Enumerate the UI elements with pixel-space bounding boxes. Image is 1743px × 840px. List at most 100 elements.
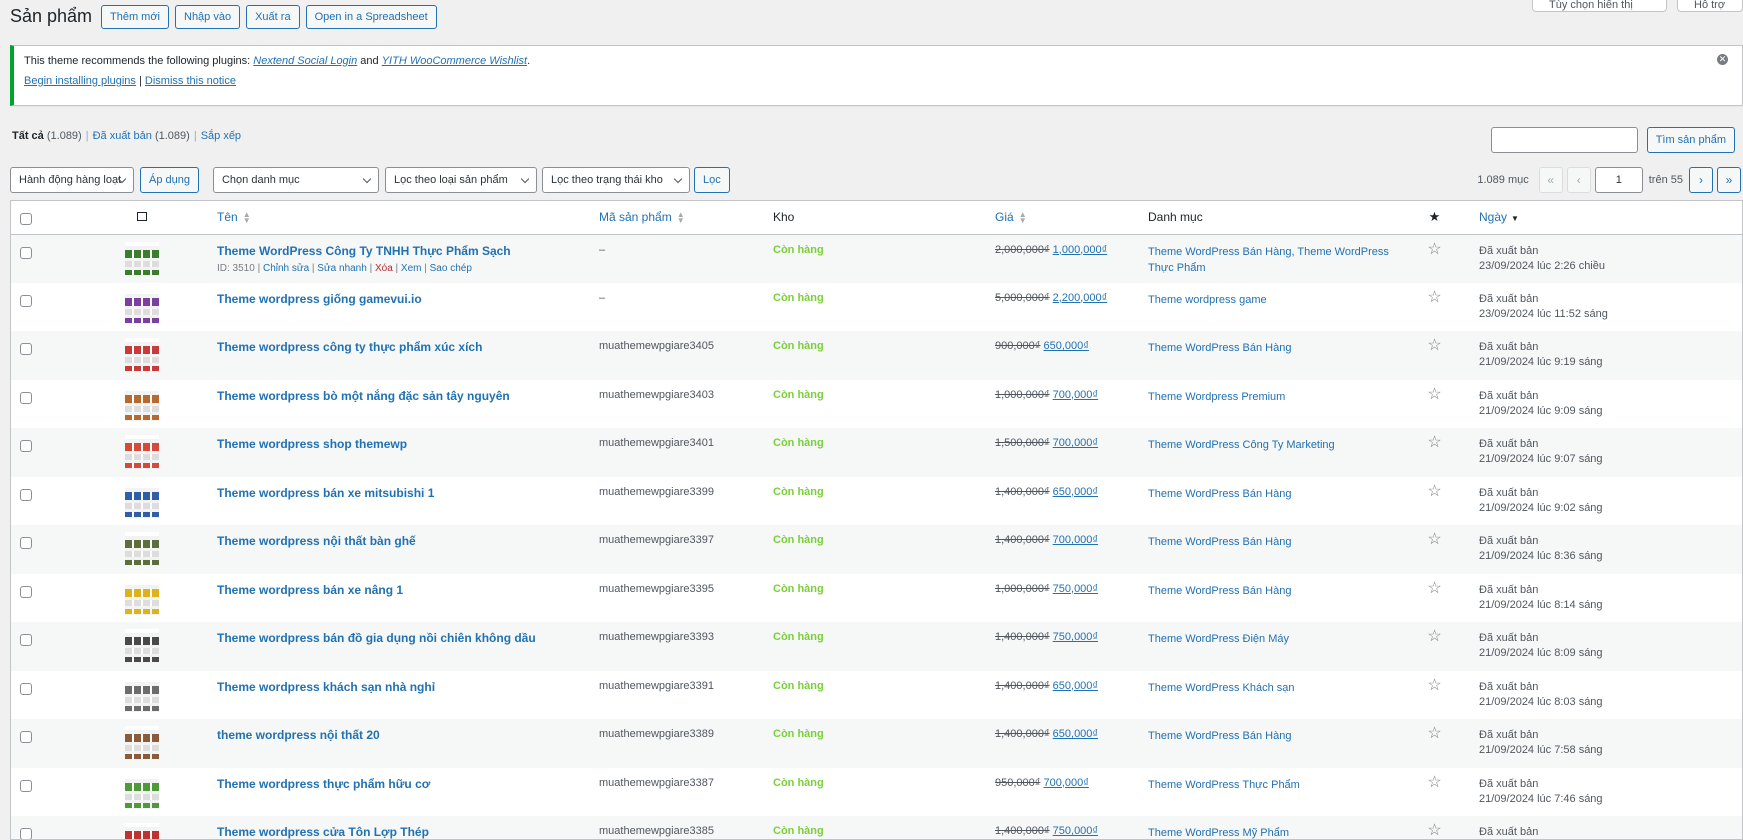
- star-icon[interactable]: ☆: [1427, 677, 1441, 694]
- row-checkbox[interactable]: [20, 779, 32, 792]
- product-name-link[interactable]: Theme wordpress công ty thực phẩm xúc xí…: [217, 340, 482, 354]
- product-name-link[interactable]: Theme wordpress giống gamevui.io: [217, 292, 422, 306]
- category-link[interactable]: Theme WordPress Mỹ Phẩm: [1148, 827, 1289, 839]
- product-thumbnail[interactable]: [125, 435, 159, 469]
- row-checkbox[interactable]: [20, 537, 32, 549]
- star-icon[interactable]: ☆: [1427, 241, 1441, 258]
- product-name-link[interactable]: Theme wordpress cửa Tôn Lợp Thép: [217, 825, 429, 839]
- row-checkbox[interactable]: [20, 391, 32, 404]
- search-products-button[interactable]: Tìm sản phẩm: [1646, 127, 1735, 153]
- star-icon[interactable]: ☆: [1427, 628, 1441, 645]
- prev-page-button[interactable]: ‹: [1566, 167, 1591, 193]
- product-thumbnail[interactable]: [125, 726, 159, 760]
- product-thumbnail[interactable]: [125, 677, 159, 712]
- duplicate-link[interactable]: Sao chép: [430, 263, 472, 274]
- category-link[interactable]: Theme WordPress Bán Hàng: [1148, 730, 1291, 742]
- row-checkbox[interactable]: [20, 682, 32, 695]
- plugin-link-yith[interactable]: YITH WooCommerce Wishlist: [382, 55, 527, 67]
- product-name-link[interactable]: Theme wordpress nội thất bàn ghế: [217, 534, 416, 548]
- view-all[interactable]: Tất cả (1.089): [12, 130, 82, 142]
- row-checkbox[interactable]: [20, 731, 32, 743]
- product-thumbnail[interactable]: [125, 629, 159, 663]
- product-name-link[interactable]: Theme wordpress khách sạn nhà nghỉ: [217, 680, 435, 694]
- star-icon[interactable]: ☆: [1427, 580, 1441, 597]
- row-checkbox[interactable]: [20, 634, 32, 646]
- star-icon[interactable]: ☆: [1427, 774, 1441, 791]
- open-spreadsheet-button[interactable]: Open in a Spreadsheet: [305, 5, 437, 29]
- star-icon[interactable]: ☆: [1427, 337, 1441, 354]
- edit-link[interactable]: Chỉnh sửa: [263, 263, 309, 274]
- search-input[interactable]: [1490, 127, 1638, 153]
- trash-link[interactable]: Xóa: [375, 263, 393, 274]
- import-button[interactable]: Nhập vào: [175, 5, 241, 29]
- last-page-button[interactable]: »: [1717, 167, 1741, 193]
- product-name-link[interactable]: Theme wordpress shop themewp: [217, 437, 407, 451]
- category-link[interactable]: Theme WordPress Điện Máy: [1148, 633, 1289, 645]
- first-page-button[interactable]: «: [1538, 167, 1563, 193]
- product-name-link[interactable]: Theme wordpress bán đồ gia dụng nồi chiê…: [217, 631, 536, 645]
- product-thumbnail[interactable]: [125, 823, 159, 839]
- star-icon[interactable]: ☆: [1427, 725, 1441, 742]
- row-checkbox[interactable]: [20, 343, 32, 355]
- star-icon[interactable]: ☆: [1427, 434, 1441, 451]
- category-link[interactable]: Theme WordPress Bán Hàng: [1148, 536, 1291, 548]
- star-icon[interactable]: ☆: [1427, 386, 1441, 403]
- category-filter-select[interactable]: Chọn danh mục: [212, 167, 379, 193]
- row-checkbox[interactable]: [20, 828, 32, 839]
- category-link[interactable]: Theme WordPress Bán Hàng: [1148, 585, 1291, 597]
- stock-status-filter-select[interactable]: Lọc theo trạng thái kho: [541, 167, 690, 193]
- product-thumbnail[interactable]: [125, 532, 159, 566]
- category-link[interactable]: Theme WordPress Công Ty Marketing: [1148, 439, 1335, 451]
- sku-column-header[interactable]: Mã sản phẩm ▲ ▼: [591, 201, 765, 235]
- view-link[interactable]: Xem: [401, 263, 422, 274]
- product-name-link[interactable]: Theme wordpress bán xe mitsubishi 1: [217, 486, 434, 500]
- product-name-link[interactable]: Theme WordPress Công Ty TNHH Thực Phẩm S…: [217, 244, 511, 258]
- quick-edit-link[interactable]: Sửa nhanh: [317, 263, 367, 274]
- screen-options-tab[interactable]: Tùy chọn hiển thị: [1532, 0, 1667, 12]
- product-name-link[interactable]: Theme wordpress bán xe nâng 1: [217, 583, 403, 597]
- current-page-input[interactable]: 1: [1594, 167, 1643, 193]
- price-column-header[interactable]: Giá ▲ ▼: [987, 201, 1140, 235]
- star-icon[interactable]: ☆: [1427, 531, 1441, 548]
- row-checkbox[interactable]: [20, 440, 32, 452]
- category-link[interactable]: Theme WordPress Bán Hàng, Theme WordPres…: [1148, 246, 1389, 274]
- row-checkbox[interactable]: [20, 488, 32, 501]
- view-sort[interactable]: Sắp xếp: [201, 130, 241, 142]
- dismiss-notice-link[interactable]: Dismiss this notice: [145, 75, 236, 87]
- filter-button[interactable]: Lọc: [693, 167, 730, 193]
- star-icon[interactable]: ☆: [1427, 822, 1441, 839]
- name-column-header[interactable]: Tên ▲ ▼: [209, 201, 591, 235]
- product-thumbnail[interactable]: [125, 386, 159, 421]
- category-link[interactable]: Theme WordPress Thực Phẩm: [1148, 779, 1300, 791]
- view-published[interactable]: Đã xuất bản (1.089): [93, 130, 190, 142]
- product-thumbnail[interactable]: [125, 483, 159, 518]
- select-all-checkbox[interactable]: [20, 212, 32, 225]
- begin-installing-link[interactable]: Begin installing plugins: [24, 75, 136, 87]
- product-name-link[interactable]: Theme wordpress bò một nắng đặc sản tây …: [217, 389, 510, 403]
- row-checkbox[interactable]: [20, 294, 32, 307]
- product-thumbnail[interactable]: [125, 774, 159, 809]
- product-name-link[interactable]: Theme wordpress thực phẩm hữu cơ: [217, 777, 430, 791]
- add-new-button[interactable]: Thêm mới: [101, 5, 169, 29]
- product-type-filter-select[interactable]: Lọc theo loại sản phẩm: [384, 167, 537, 193]
- category-link[interactable]: Theme WordPress Bán Hàng: [1148, 488, 1291, 500]
- help-tab[interactable]: Hỗ trợ: [1677, 0, 1743, 12]
- close-icon[interactable]: ✕: [1717, 54, 1728, 65]
- star-icon[interactable]: ☆: [1427, 483, 1441, 500]
- plugin-link-nextend[interactable]: Nextend Social Login: [253, 55, 357, 67]
- product-name-link[interactable]: theme wordpress nội thất 20: [217, 728, 380, 742]
- row-checkbox[interactable]: [20, 585, 32, 598]
- star-icon[interactable]: ☆: [1427, 289, 1441, 306]
- apply-button[interactable]: Áp dụng: [140, 167, 199, 193]
- product-thumbnail[interactable]: [125, 338, 159, 372]
- category-link[interactable]: Theme wordpress game: [1148, 294, 1267, 306]
- date-column-header[interactable]: Ngày ▼: [1471, 201, 1742, 235]
- category-link[interactable]: Theme WordPress Khách sạn: [1148, 682, 1295, 694]
- product-thumbnail[interactable]: [125, 289, 159, 324]
- category-link[interactable]: Theme Wordpress Premium: [1148, 391, 1285, 403]
- next-page-button[interactable]: ›: [1689, 167, 1713, 193]
- bulk-actions-select[interactable]: Hành động hàng loạt: [10, 167, 134, 193]
- export-button[interactable]: Xuất ra: [246, 5, 300, 29]
- row-checkbox[interactable]: [20, 246, 32, 259]
- product-thumbnail[interactable]: [125, 241, 159, 276]
